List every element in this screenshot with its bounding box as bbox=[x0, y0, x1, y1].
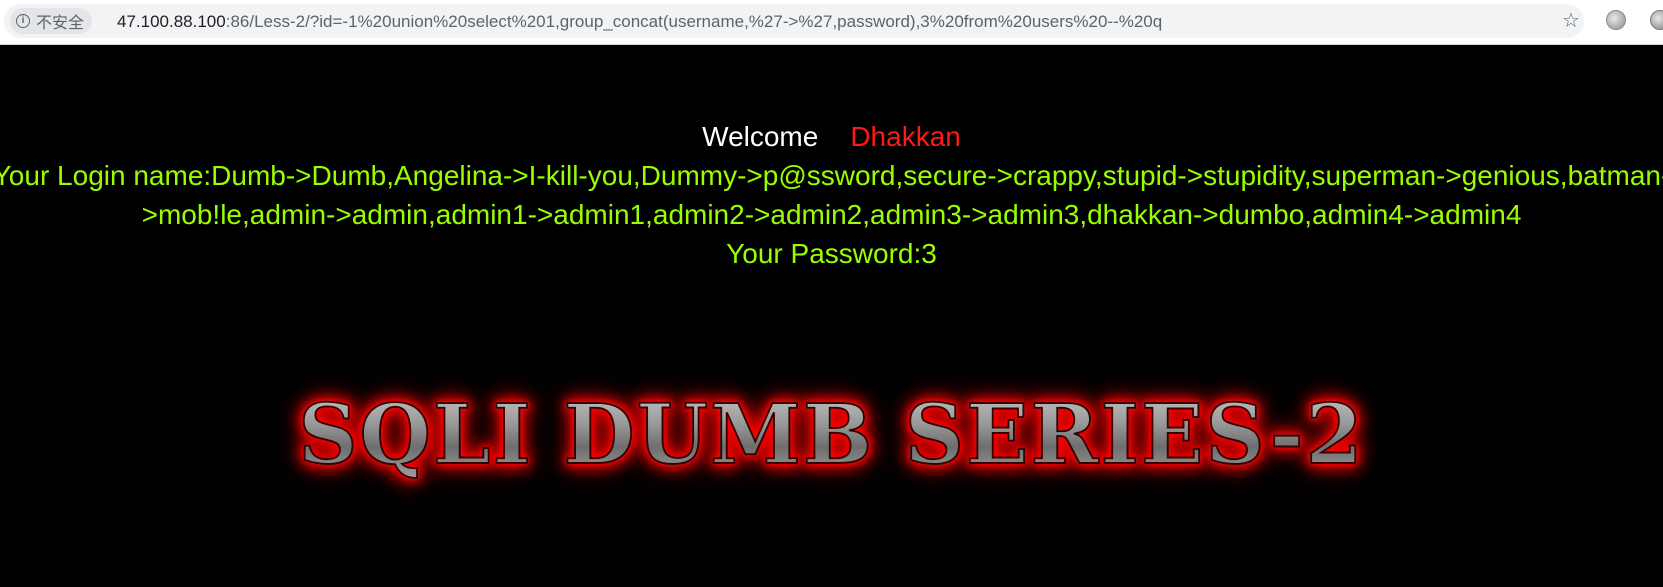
security-indicator[interactable]: i 不安全 bbox=[10, 8, 93, 34]
result-area: Welcome Dhakkan Your Login name:Dumb->Dum… bbox=[0, 117, 1663, 273]
security-label: 不安全 bbox=[36, 15, 85, 32]
login-name-text: Your Login name:Dumb->Dumb,Angelina->I-k… bbox=[0, 160, 1663, 230]
welcome-name: Dhakkan bbox=[850, 121, 961, 152]
url-text[interactable]: 47.100.88.100:86/Less-2/?id=-1%20union%2… bbox=[117, 12, 1162, 32]
address-bar[interactable]: i 不安全 47.100.88.100:86/Less-2/?id=-1%20u… bbox=[4, 4, 1584, 38]
banner-title: SQLI DUMB SERIES-2 bbox=[0, 375, 1663, 495]
extension-icon[interactable] bbox=[1606, 10, 1626, 30]
browser-toolbar: i 不安全 47.100.88.100:86/Less-2/?id=-1%20u… bbox=[0, 0, 1663, 45]
password-text: Your Password:3 bbox=[726, 238, 937, 269]
page-body: Welcome Dhakkan Your Login name:Dumb->Dum… bbox=[0, 45, 1663, 587]
url-host: 47.100.88.100 bbox=[117, 12, 226, 31]
bookmark-star-icon[interactable]: ☆ bbox=[1560, 10, 1582, 32]
extension-icon-2[interactable] bbox=[1650, 10, 1663, 30]
info-icon: i bbox=[16, 14, 30, 28]
url-path: :86/Less-2/?id=-1%20union%20select%201,g… bbox=[225, 12, 1163, 31]
title-banner: SQLI DUMB SERIES-2 bbox=[0, 375, 1663, 495]
welcome-label: Welcome bbox=[702, 121, 819, 152]
welcome-line: Welcome Dhakkan bbox=[0, 117, 1663, 156]
